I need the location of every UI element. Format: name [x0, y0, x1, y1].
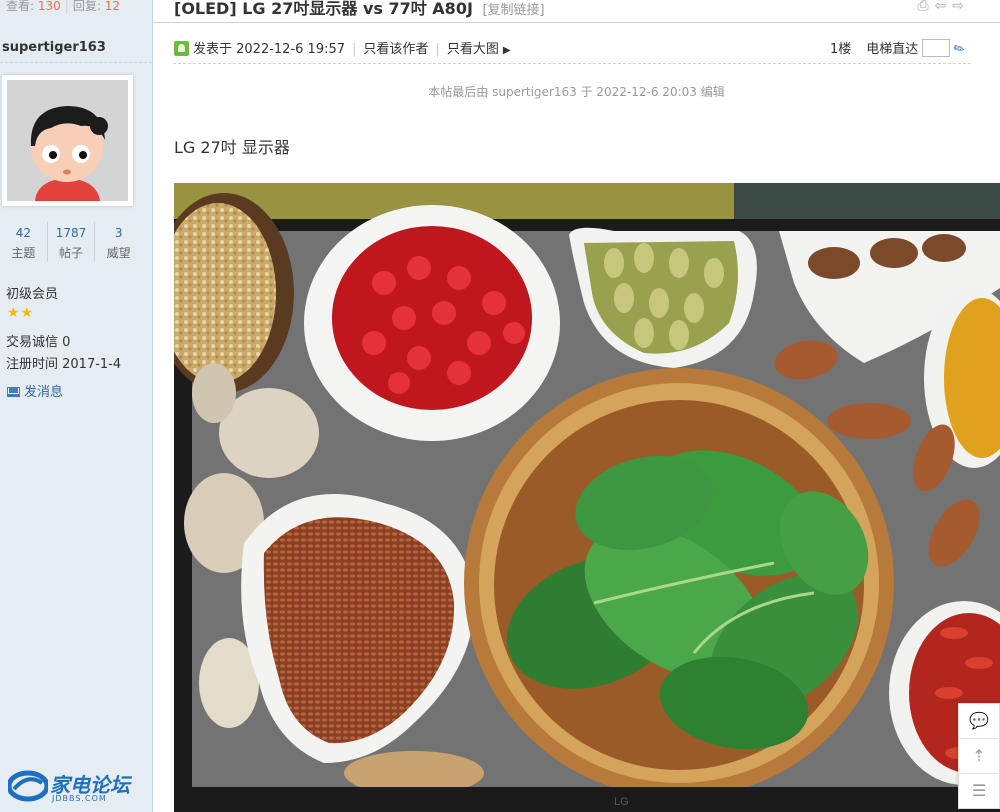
monitor-brand: LG — [614, 796, 629, 808]
post-main: [OLED] LG 27吋显示器 vs 77吋 A80J [复制链接] ⎙⇦⇨ … — [153, 0, 1000, 812]
views-count: 130 — [37, 0, 61, 13]
trade-credit: 交易诚信 0 — [6, 335, 71, 350]
only-author-link[interactable]: 只看该作者 — [363, 42, 428, 57]
stat-posts[interactable]: 1787 帖子 — [48, 222, 96, 262]
stat-label: 主题 — [11, 246, 36, 260]
back-to-top-icon[interactable]: ⇡ — [959, 739, 999, 774]
floor-nav: 1楼 电梯直达 ✎ — [830, 38, 968, 59]
replies-label: 回复: — [72, 0, 101, 13]
thread-stats: 查看: 130 | 回复: 12 — [6, 0, 120, 13]
site-logo[interactable]: 家电论坛 JDBBS.COM — [8, 765, 138, 805]
mail-icon — [7, 387, 20, 397]
arrow-left-icon[interactable]: ⇦ — [935, 0, 953, 14]
replies-count: 12 — [104, 0, 120, 13]
stat-value: 1787 — [55, 226, 87, 240]
post-body-text: LG 27吋 显示器 — [174, 138, 290, 157]
thread-title: [OLED] LG 27吋显示器 vs 77吋 A80J — [174, 0, 473, 18]
logo-subtext: JDBBS.COM — [52, 794, 107, 803]
send-message-label: 发消息 — [24, 385, 64, 400]
floor-jump-input[interactable] — [922, 39, 951, 57]
send-message-link[interactable]: 发消息 — [7, 381, 63, 400]
stat-label: 威望 — [106, 246, 131, 260]
divider — [153, 22, 1000, 23]
floating-toolbar: 💬 ⇡ ☰ — [958, 703, 1000, 809]
register-time: 注册时间 2017-1-4 — [6, 357, 122, 372]
online-status-icon — [174, 41, 189, 56]
floor-number: 1楼 — [830, 42, 852, 57]
thread-title-row: [OLED] LG 27吋显示器 vs 77吋 A80J [复制链接] — [174, 0, 545, 19]
views-label: 查看: — [6, 0, 35, 13]
list-icon[interactable]: ☰ — [959, 774, 999, 808]
stat-prestige[interactable]: 3 威望 — [95, 222, 142, 262]
logo-mark-icon — [8, 770, 48, 802]
stat-value: 3 — [114, 226, 123, 240]
copy-link[interactable]: [复制链接] — [482, 3, 544, 18]
view-large-link[interactable]: 只看大图 ▶ — [447, 42, 511, 57]
edited-note: 本帖最后由 supertiger163 于 2022-12-6 20:03 编辑 — [428, 85, 725, 99]
avatar[interactable] — [2, 75, 133, 206]
jump-go-icon[interactable]: ✎ — [951, 40, 968, 58]
comment-icon[interactable]: 💬 — [959, 704, 999, 739]
triangle-right-icon: ▶ — [502, 45, 511, 56]
author-name[interactable]: supertiger163 — [2, 40, 106, 55]
rank-stars-icon: ★★ — [7, 305, 35, 321]
divider — [173, 63, 971, 64]
stat-label: 帖子 — [59, 246, 84, 260]
user-rank[interactable]: 初级会员 — [6, 283, 58, 302]
print-icon[interactable]: ⎙ — [917, 0, 934, 14]
stat-value: 42 — [15, 226, 31, 240]
post-photo[interactable]: LG — [174, 183, 1000, 812]
author-sidebar: 查看: 130 | 回复: 12 supertiger163 42 主题 1787 … — [0, 0, 153, 812]
title-tools: ⎙⇦⇨ — [917, 0, 970, 14]
post-meta: 发表于 2022-12-6 19:57 | 只看该作者 | 只看大图 ▶ — [174, 38, 511, 57]
jump-label: 电梯直达 — [866, 42, 919, 57]
arrow-right-icon[interactable]: ⇨ — [952, 0, 970, 14]
posted-at: 发表于 2022-12-6 19:57 — [193, 42, 346, 57]
view-large-label: 只看大图 — [446, 42, 499, 57]
stat-topics[interactable]: 42 主题 — [0, 222, 48, 262]
divider — [0, 62, 152, 63]
author-stats: 42 主题 1787 帖子 3 威望 — [0, 222, 142, 262]
